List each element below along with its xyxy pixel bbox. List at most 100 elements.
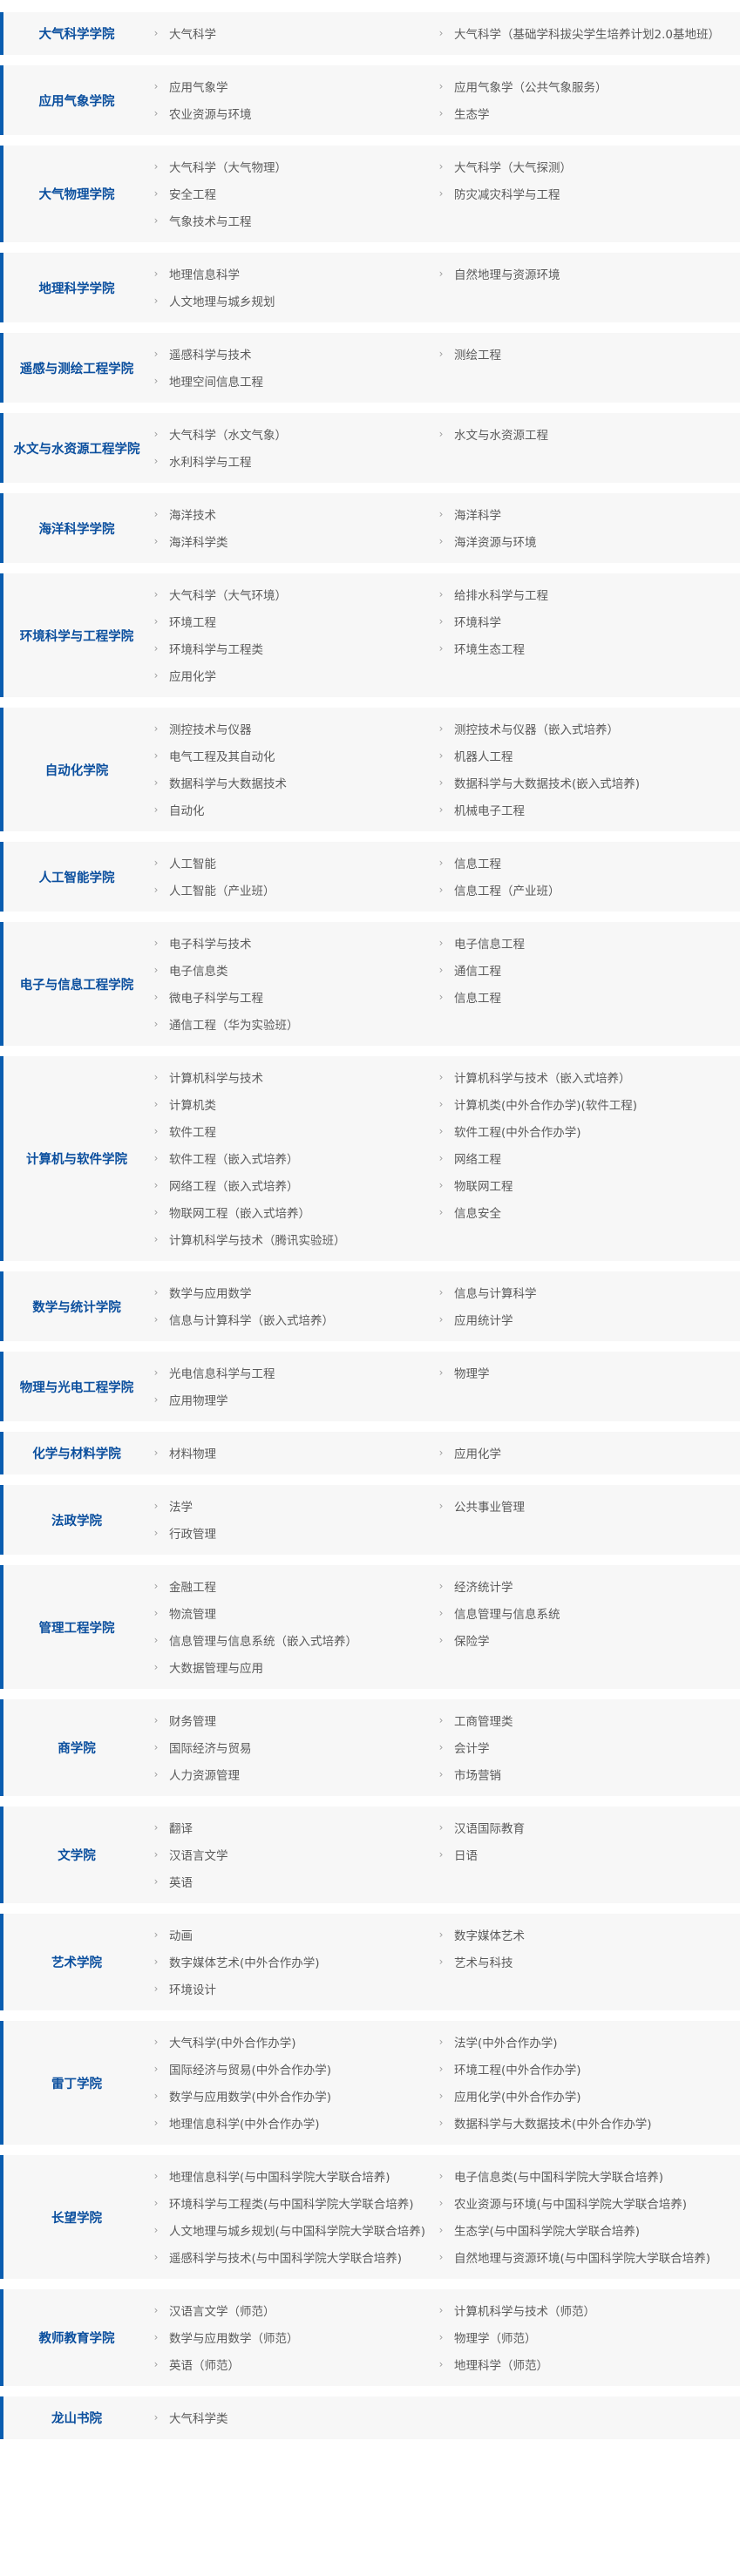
major-item[interactable]: › 数学与应用数学(中外合作办学) xyxy=(150,2082,435,2109)
major-item[interactable]: › 环境设计 xyxy=(150,1975,435,2002)
major-item[interactable]: › 物联网工程 xyxy=(435,1171,740,1198)
major-item[interactable]: › 信息管理与信息系统（嵌入式培养） xyxy=(150,1626,435,1653)
major-item[interactable]: › 农业资源与环境 xyxy=(150,99,435,126)
major-item[interactable]: › 大气科学（大气环境） xyxy=(150,580,435,607)
college-name[interactable]: 物理与光电工程学院 xyxy=(0,1352,150,1421)
major-item[interactable]: › 计算机科学与技术（师范） xyxy=(435,2296,740,2323)
college-name[interactable]: 艺术学院 xyxy=(0,1914,150,2010)
major-item[interactable]: › 地理信息科学(与中国科学院大学联合培养) xyxy=(150,2162,435,2189)
major-item[interactable]: › 遥感科学与技术 xyxy=(150,340,435,367)
major-item[interactable]: › 电子信息类 xyxy=(150,956,435,983)
major-item[interactable]: › 动画 xyxy=(150,1921,435,1948)
major-item[interactable]: › 计算机类(中外合作办学)(软件工程) xyxy=(435,1090,740,1117)
major-item[interactable]: › 环境科学 xyxy=(435,607,740,634)
major-item[interactable]: › 生态学 xyxy=(435,99,740,126)
major-item[interactable]: › 国际经济与贸易 xyxy=(150,1733,435,1760)
major-item[interactable]: › 应用化学(中外合作办学) xyxy=(435,2082,740,2109)
college-name[interactable]: 教师教育学院 xyxy=(0,2289,150,2386)
college-name[interactable]: 自动化学院 xyxy=(0,708,150,831)
major-item[interactable]: › 水利科学与工程 xyxy=(150,447,435,474)
major-item[interactable]: › 汉语言文学（师范） xyxy=(150,2296,435,2323)
major-item[interactable]: › 机器人工程 xyxy=(435,742,740,769)
major-item[interactable]: › 海洋科学类 xyxy=(150,527,435,554)
major-item[interactable]: › 农业资源与环境(与中国科学院大学联合培养) xyxy=(435,2189,740,2216)
major-item[interactable]: › 计算机科学与技术（腾讯实验班） xyxy=(150,1225,435,1252)
major-item[interactable]: › 海洋资源与环境 xyxy=(435,527,740,554)
major-item[interactable]: › 汉语国际教育 xyxy=(435,1813,740,1840)
major-item[interactable]: › 海洋技术 xyxy=(150,500,435,527)
college-name[interactable]: 大气科学学院 xyxy=(0,12,150,55)
major-item[interactable]: › 应用化学 xyxy=(150,661,435,688)
college-name[interactable]: 人工智能学院 xyxy=(0,842,150,912)
major-item[interactable]: › 艺术与科技 xyxy=(435,1948,740,1975)
major-item[interactable]: › 生态学(与中国科学院大学联合培养) xyxy=(435,2216,740,2243)
major-item[interactable]: › 地理空间信息工程 xyxy=(150,367,435,394)
major-item[interactable]: › 水文与水资源工程 xyxy=(435,420,740,447)
major-item[interactable]: › 大气科学 xyxy=(150,19,435,46)
major-item[interactable]: › 大气科学（大气探测） xyxy=(435,153,740,180)
major-item[interactable]: › 国际经济与贸易(中外合作办学) xyxy=(150,2055,435,2082)
college-name[interactable]: 遥感与测绘工程学院 xyxy=(0,333,150,403)
major-item[interactable]: › 汉语言文学 xyxy=(150,1840,435,1868)
major-item[interactable]: › 物联网工程（嵌入式培养） xyxy=(150,1198,435,1225)
major-item[interactable]: › 信息安全 xyxy=(435,1198,740,1225)
major-item[interactable]: › 软件工程 xyxy=(150,1117,435,1144)
major-item[interactable]: › 电子信息工程 xyxy=(435,929,740,956)
major-item[interactable]: › 安全工程 xyxy=(150,180,435,207)
major-item[interactable]: › 计算机科学与技术 xyxy=(150,1063,435,1090)
college-name[interactable]: 长望学院 xyxy=(0,2155,150,2279)
major-item[interactable]: › 经济统计学 xyxy=(435,1572,740,1599)
major-item[interactable]: › 数学与应用数学 xyxy=(150,1278,435,1305)
major-item[interactable]: › 给排水科学与工程 xyxy=(435,580,740,607)
major-item[interactable]: › 会计学 xyxy=(435,1733,740,1760)
major-item[interactable]: › 大气科学（基础学科拔尖学生培养计划2.0基地班） xyxy=(435,19,740,46)
major-item[interactable]: › 测控技术与仪器（嵌入式培养） xyxy=(435,715,740,742)
major-item[interactable]: › 测绘工程 xyxy=(435,340,740,367)
major-item[interactable]: › 物流管理 xyxy=(150,1599,435,1626)
major-item[interactable]: › 机械电子工程 xyxy=(435,796,740,823)
major-item[interactable]: › 海洋科学 xyxy=(435,500,740,527)
major-item[interactable]: › 网络工程 xyxy=(435,1144,740,1171)
major-item[interactable]: › 环境工程(中外合作办学) xyxy=(435,2055,740,2082)
major-item[interactable]: › 自然地理与资源环境(与中国科学院大学联合培养) xyxy=(435,2243,740,2270)
major-item[interactable]: › 数据科学与大数据技术 xyxy=(150,769,435,796)
college-name[interactable]: 商学院 xyxy=(0,1699,150,1796)
major-item[interactable]: › 保险学 xyxy=(435,1626,740,1653)
major-item[interactable]: › 市场营销 xyxy=(435,1760,740,1787)
college-name[interactable]: 文学院 xyxy=(0,1807,150,1903)
major-item[interactable]: › 计算机类 xyxy=(150,1090,435,1117)
college-name[interactable]: 化学与材料学院 xyxy=(0,1432,150,1474)
major-item[interactable]: › 通信工程（华为实验班） xyxy=(150,1010,435,1037)
major-item[interactable]: › 大气科学类 xyxy=(150,2403,435,2430)
college-name[interactable]: 大气物理学院 xyxy=(0,146,150,242)
college-name[interactable]: 雷丁学院 xyxy=(0,2021,150,2145)
major-item[interactable]: › 地理科学（师范） xyxy=(435,2350,740,2377)
college-name[interactable]: 龙山书院 xyxy=(0,2396,150,2439)
major-item[interactable]: › 微电子科学与工程 xyxy=(150,983,435,1010)
major-item[interactable]: › 应用气象学 xyxy=(150,72,435,99)
college-name[interactable]: 应用气象学院 xyxy=(0,65,150,135)
major-item[interactable]: › 日语 xyxy=(435,1840,740,1868)
major-item[interactable]: › 应用气象学（公共气象服务） xyxy=(435,72,740,99)
major-item[interactable]: › 法学 xyxy=(150,1492,435,1519)
major-item[interactable]: › 防灾减灾科学与工程 xyxy=(435,180,740,207)
major-item[interactable]: › 环境科学与工程类 xyxy=(150,634,435,661)
college-name[interactable]: 法政学院 xyxy=(0,1485,150,1555)
major-item[interactable]: › 电子科学与技术 xyxy=(150,929,435,956)
major-item[interactable]: › 数字媒体艺术(中外合作办学) xyxy=(150,1948,435,1975)
major-item[interactable]: › 应用统计学 xyxy=(435,1305,740,1332)
major-item[interactable]: › 大数据管理与应用 xyxy=(150,1653,435,1680)
college-name[interactable]: 电子与信息工程学院 xyxy=(0,922,150,1046)
major-item[interactable]: › 大气科学（水文气象） xyxy=(150,420,435,447)
major-item[interactable]: › 法学(中外合作办学) xyxy=(435,2028,740,2055)
major-item[interactable]: › 应用化学 xyxy=(435,1439,740,1466)
major-item[interactable]: › 行政管理 xyxy=(150,1519,435,1546)
major-item[interactable]: › 信息管理与信息系统 xyxy=(435,1599,740,1626)
major-item[interactable]: › 环境科学与工程类(与中国科学院大学联合培养) xyxy=(150,2189,435,2216)
major-item[interactable]: › 英语 xyxy=(150,1868,435,1895)
major-item[interactable]: › 气象技术与工程 xyxy=(150,207,435,234)
major-item[interactable]: › 计算机科学与技术（嵌入式培养） xyxy=(435,1063,740,1090)
major-item[interactable]: › 信息与计算科学 xyxy=(435,1278,740,1305)
major-item[interactable]: › 公共事业管理 xyxy=(435,1492,740,1519)
major-item[interactable]: › 财务管理 xyxy=(150,1706,435,1733)
